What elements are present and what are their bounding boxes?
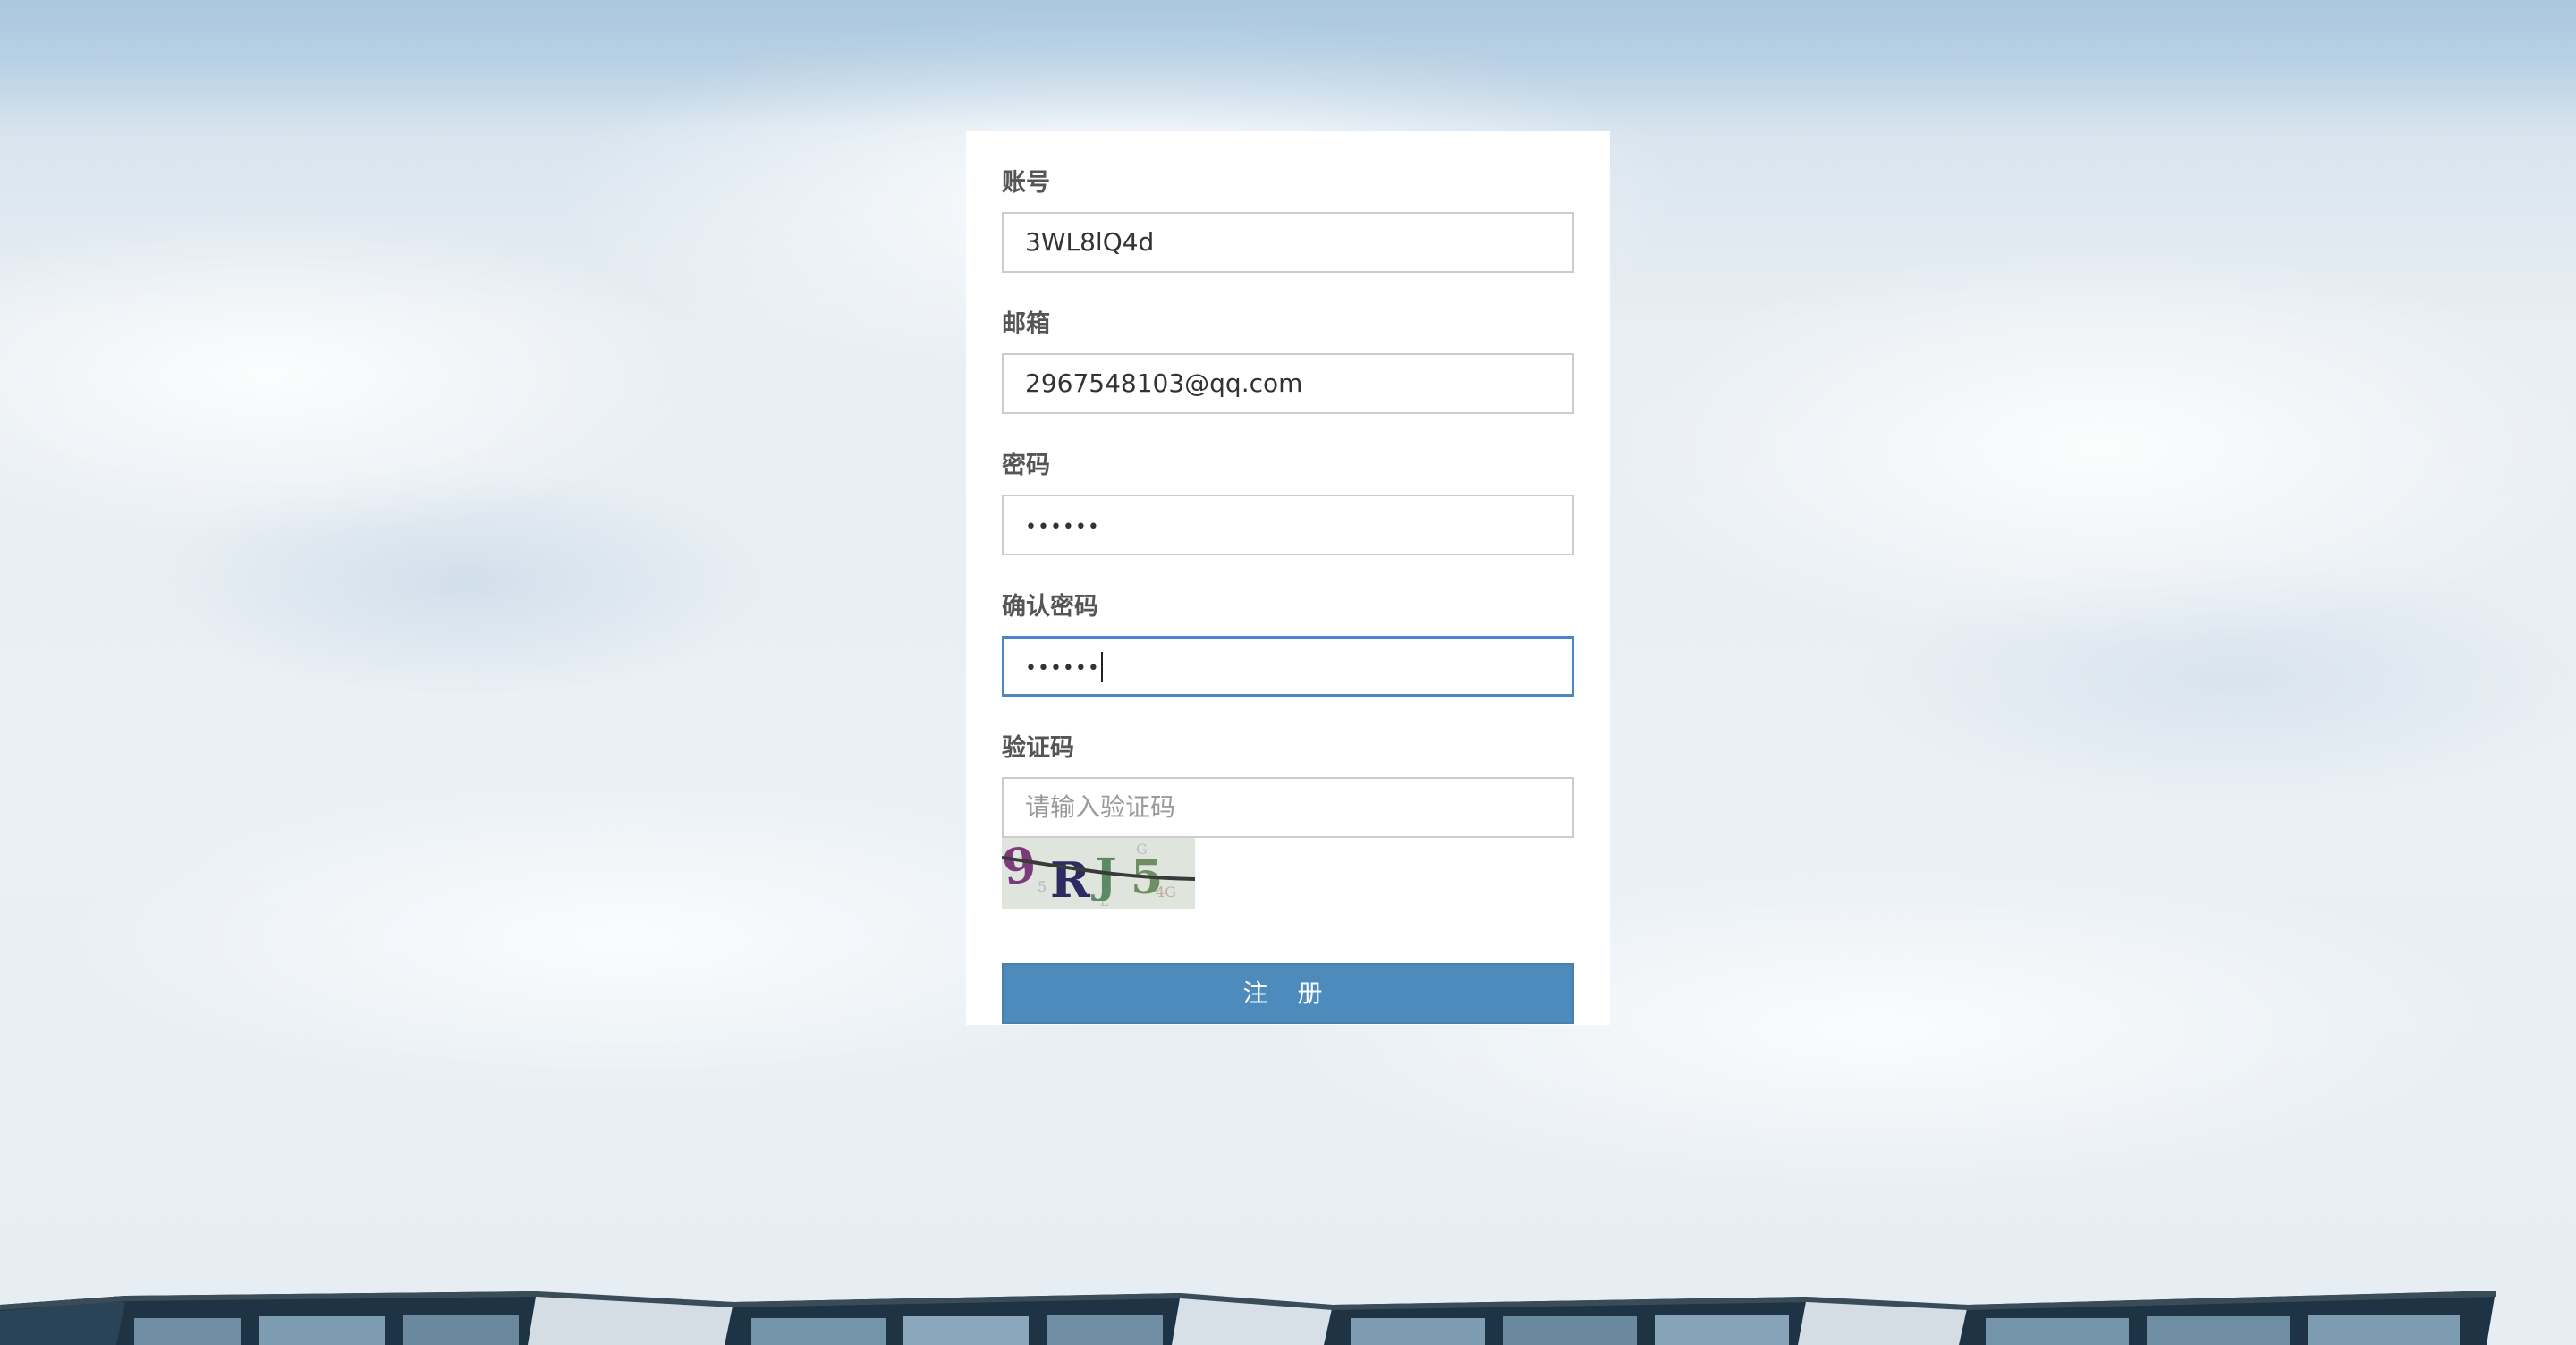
text-caret: [1100, 652, 1103, 682]
email-input[interactable]: 2967548103@qq.com: [1002, 353, 1574, 414]
confirm-password-masked-value: ••••••: [1025, 657, 1100, 680]
building-rooftops-image: [0, 1291, 2496, 1345]
captcha-input[interactable]: 请输入验证码: [1002, 777, 1574, 838]
account-label: 账号: [1002, 169, 1050, 197]
captcha-glyph-3: J: [1091, 849, 1117, 903]
captcha-glyph-2: R: [1050, 851, 1091, 909]
sky-background: [0, 0, 2576, 125]
captcha-label: 验证码: [1002, 734, 1074, 762]
confirm-password-label: 确认密码: [1002, 593, 1098, 621]
password-input[interactable]: ••••••: [1002, 495, 1574, 555]
registration-form: 账号 3WL8lQ4d 邮箱 2967548103@qq.com 密码 ••••…: [966, 131, 1610, 1025]
email-label: 邮箱: [1002, 310, 1050, 338]
confirm-password-input[interactable]: ••••••: [1002, 636, 1574, 697]
captcha-image[interactable]: v 5 5 G 4G L 9 R J 5: [1002, 838, 1195, 909]
password-masked-value: ••••••: [1025, 516, 1100, 538]
account-input[interactable]: 3WL8lQ4d: [1002, 212, 1574, 273]
register-button[interactable]: 注 册: [1002, 963, 1574, 1024]
registration-page: 账号 3WL8lQ4d 邮箱 2967548103@qq.com 密码 ••••…: [0, 0, 2576, 1345]
password-label: 密码: [1002, 452, 1050, 479]
